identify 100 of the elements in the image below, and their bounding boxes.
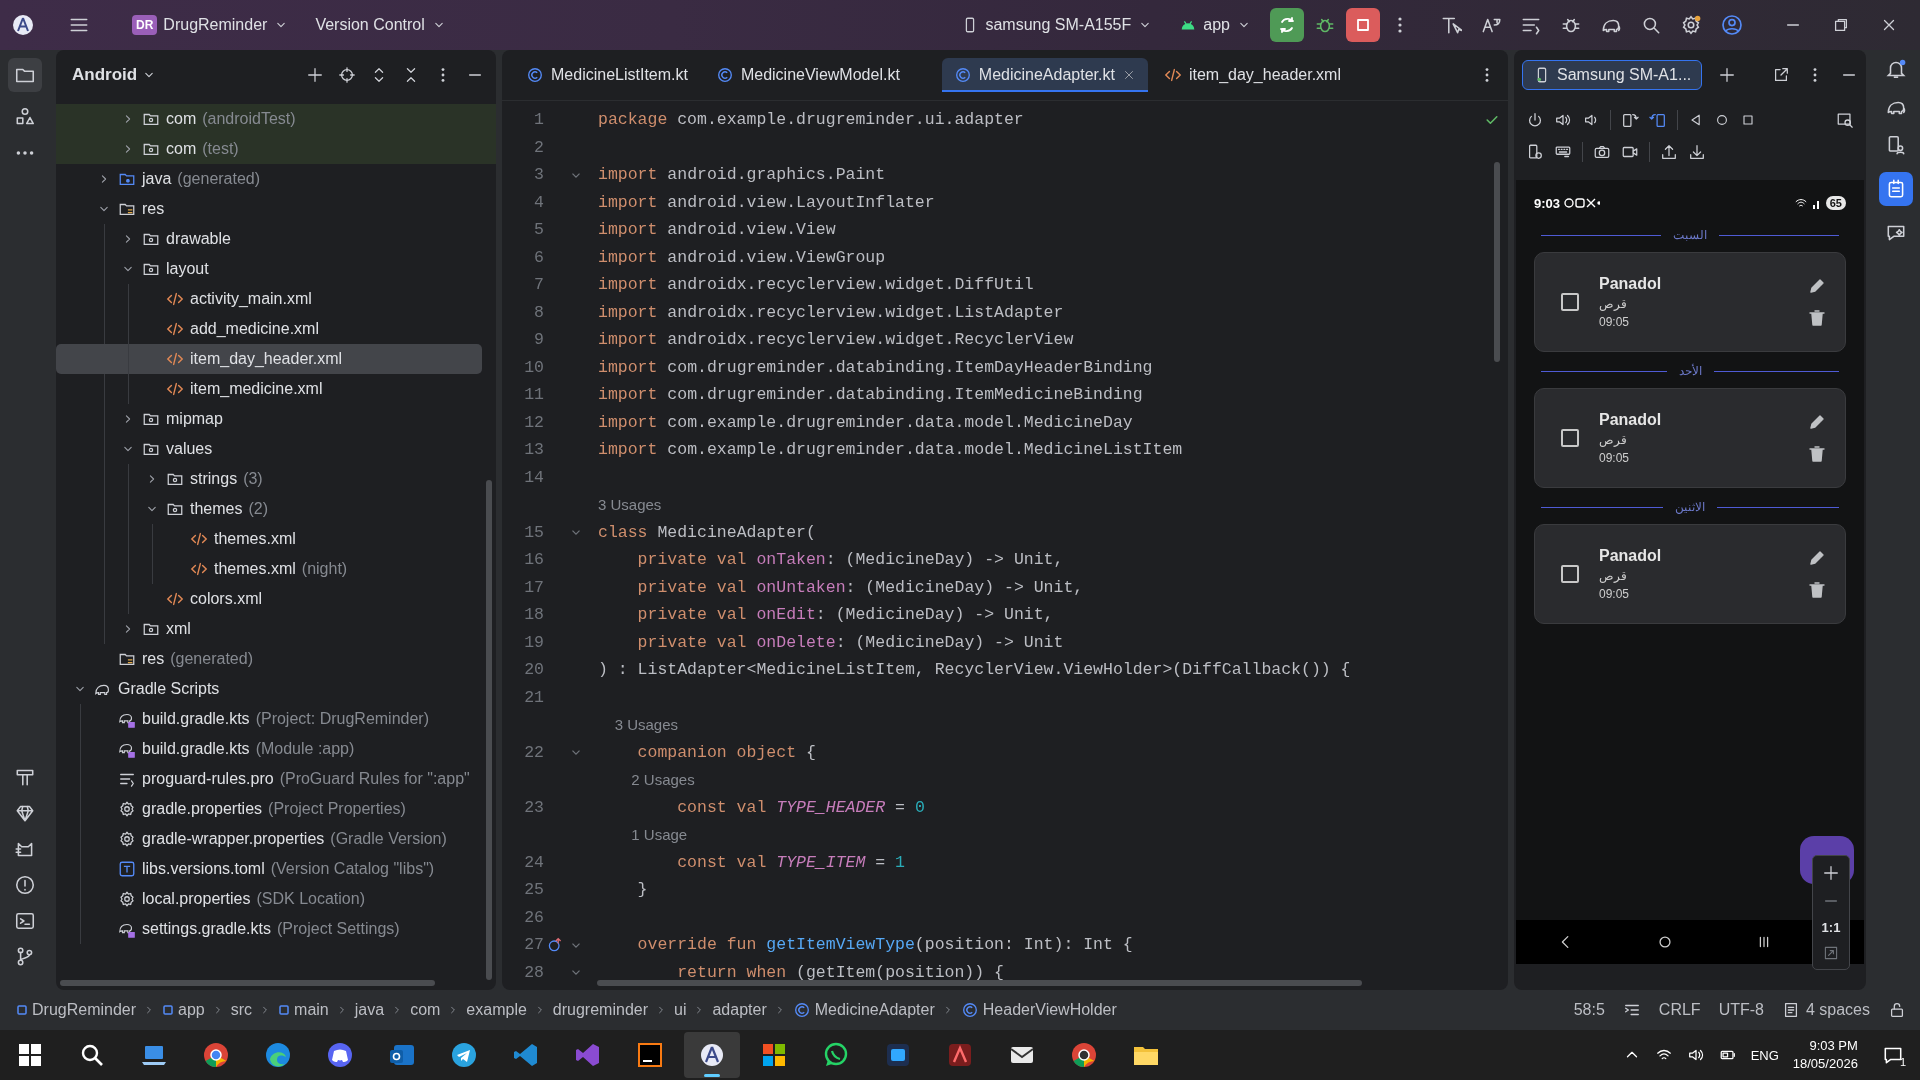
tree-item[interactable]: strings (3) (56, 464, 482, 494)
editor-tab[interactable]: MedicineListItem.kt (514, 58, 700, 92)
tree-item[interactable]: layout (56, 254, 482, 284)
device-selector[interactable]: samsung SM-A155F (953, 10, 1162, 40)
screen-search-icon[interactable] (1836, 111, 1854, 129)
file-encoding[interactable]: UTF-8 (1718, 1001, 1764, 1019)
tree-item[interactable]: java (generated) (56, 164, 482, 194)
external-icon[interactable] (1772, 66, 1790, 84)
tree-item[interactable]: libs.versions.toml (Version Catalog "libs") (56, 854, 482, 884)
account-icon[interactable] (1720, 13, 1744, 37)
trash-icon[interactable] (1807, 580, 1827, 600)
tree-item[interactable]: gradle-wrapper.properties (Gradle Version) (56, 824, 482, 854)
overview-icon[interactable] (1740, 112, 1756, 128)
tree-item[interactable]: xml (56, 614, 482, 644)
project-selector[interactable]: DR DrugReminder (124, 9, 298, 41)
taskbar-app[interactable] (684, 1032, 740, 1078)
breadcrumb[interactable]: main (278, 1001, 329, 1019)
override-marker-icon[interactable] (547, 936, 563, 953)
add-icon[interactable] (306, 66, 324, 84)
app-logo-icon[interactable] (12, 14, 34, 36)
usage-hint[interactable]: 3 Usages (598, 496, 662, 514)
usage-hint[interactable]: 2 Usages (598, 771, 695, 789)
editor-tab[interactable]: MedicineAdapter.kt (941, 58, 1148, 92)
usage-hint[interactable]: 1 Usage (598, 826, 688, 844)
indent-setting[interactable]: 4 spaces (1805, 1001, 1870, 1019)
upload-icon[interactable] (1660, 143, 1678, 161)
tree-item[interactable]: local.properties (SDK Location) (56, 884, 482, 914)
clock-date[interactable]: 18/05/2026 (1792, 1055, 1858, 1073)
scrollbar[interactable] (486, 480, 492, 980)
scrollbar[interactable] (597, 980, 1362, 986)
usage-hint[interactable]: 3 Usages (598, 716, 679, 734)
tree-item[interactable]: build.gradle.kts (Module :app) (56, 734, 482, 764)
tree-item[interactable]: add_medicine.xml (56, 314, 482, 344)
breadcrumb[interactable]: example (466, 1001, 527, 1019)
breadcrumb[interactable]: java (354, 1001, 385, 1019)
breadcrumb[interactable]: HeaderViewHolder (960, 1001, 1117, 1019)
clock-time[interactable]: 9:03 PM (1809, 1037, 1858, 1055)
tree-item[interactable]: values (56, 434, 482, 464)
checkbox[interactable] (1561, 429, 1579, 447)
notification-button[interactable]: 1 (1881, 1044, 1906, 1066)
download-icon[interactable] (1688, 143, 1706, 161)
project-tool-button[interactable] (8, 58, 42, 92)
checkbox[interactable] (1561, 565, 1579, 583)
tree-item[interactable]: res (56, 194, 482, 224)
tree-item[interactable]: gradle.properties (Project Properties) (56, 794, 482, 824)
view-selector[interactable]: Android (72, 65, 158, 85)
tree-item[interactable]: item_day_header.xml (56, 344, 482, 374)
breadcrumb[interactable]: ui (674, 1001, 687, 1019)
tree-item[interactable]: mipmap (56, 404, 482, 434)
tree-item[interactable]: proguard-rules.pro (ProGuard Rules for ":app" (56, 764, 482, 794)
warning-icon[interactable] (14, 874, 36, 896)
running-devices-button[interactable] (1879, 172, 1913, 206)
restore-icon[interactable] (1832, 16, 1850, 34)
editor-tab[interactable]: item_day_header.xml (1151, 58, 1353, 92)
breadcrumb[interactable]: MedicineAdapter (792, 1001, 935, 1019)
run-config-selector[interactable]: app (1171, 10, 1260, 40)
rerun-button[interactable] (1270, 8, 1304, 42)
tree-item[interactable]: drawable (56, 224, 482, 254)
add-icon[interactable] (1718, 66, 1737, 84)
tree-item[interactable]: themes (2) (56, 494, 482, 524)
notifications-icon[interactable] (1885, 58, 1907, 80)
line-ending[interactable]: CRLF (1658, 1001, 1701, 1019)
tree-item[interactable]: colors.xml (56, 584, 482, 614)
lock-icon[interactable] (1888, 1001, 1906, 1019)
editor-tab[interactable]: MedicineViewModel.kt (703, 58, 912, 92)
rotate-left-icon[interactable] (1621, 111, 1639, 129)
stop-button[interactable] (1346, 8, 1380, 42)
device-tab[interactable]: Samsung SM-A1... (1522, 60, 1703, 90)
tree-item[interactable]: themes.xml (56, 524, 482, 554)
trash-icon[interactable] (1807, 444, 1827, 464)
checkbox[interactable] (1561, 293, 1579, 311)
actual-size-button[interactable]: 1:1 (1821, 920, 1841, 935)
vcs-menu[interactable]: Version Control (307, 10, 455, 40)
scrollbar[interactable] (1494, 162, 1500, 362)
tree-item[interactable]: activity_main.xml (56, 284, 482, 314)
settings-icon[interactable] (1680, 14, 1702, 36)
tree-item[interactable]: com (androidTest) (56, 104, 496, 134)
caret-position[interactable]: 58:5 (1573, 1001, 1605, 1019)
crosshair-icon[interactable] (338, 66, 356, 84)
zoom-in-icon[interactable] (1822, 864, 1840, 882)
breadcrumb[interactable]: DrugReminder (16, 1001, 137, 1019)
camera-icon[interactable] (1593, 143, 1611, 161)
trash-icon[interactable] (1807, 308, 1827, 328)
tree-item[interactable]: com (test) (56, 134, 496, 164)
fit-screen-icon[interactable] (1823, 945, 1839, 961)
power-icon[interactable] (1526, 111, 1544, 129)
breadcrumb[interactable]: src (230, 1001, 253, 1019)
input-language[interactable]: ENG (1750, 1047, 1779, 1063)
device-settings-icon[interactable] (1526, 143, 1544, 161)
breadcrumb[interactable]: com (410, 1001, 441, 1019)
home-icon[interactable] (1714, 112, 1730, 128)
tree-item[interactable]: themes.xml (night) (56, 554, 482, 584)
breadcrumb[interactable]: app (162, 1001, 205, 1019)
tree-item[interactable]: settings.gradle.kts (Project Settings) (56, 914, 482, 944)
tree-item[interactable]: item_medicine.xml (56, 374, 482, 404)
tree-item[interactable]: Gradle Scripts (56, 674, 482, 704)
breadcrumb[interactable]: adapter (712, 1001, 767, 1019)
tree-item[interactable]: res (generated) (56, 644, 482, 674)
scrollbar[interactable] (60, 980, 435, 986)
breadcrumb[interactable]: drugreminder (552, 1001, 648, 1019)
